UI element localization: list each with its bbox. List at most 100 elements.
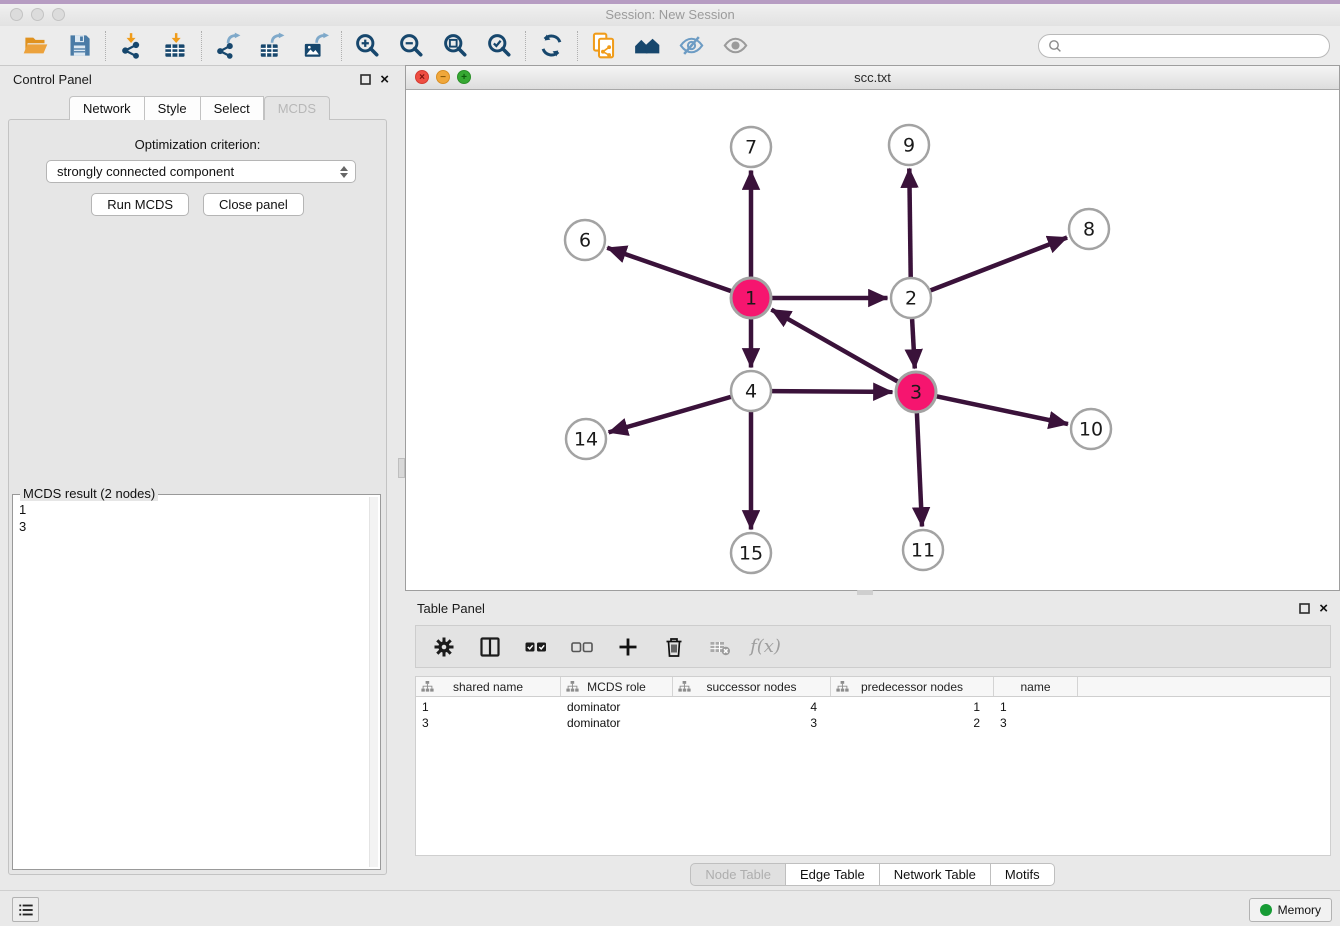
float-table-panel-icon[interactable]	[1299, 603, 1310, 614]
table-panel-tabs: Node TableEdge TableNetwork TableMotifs	[405, 863, 1340, 886]
node-2[interactable]: 2	[891, 278, 931, 318]
search-box[interactable]	[1038, 34, 1330, 58]
close-panel-icon[interactable]: ×	[380, 72, 389, 87]
trash-icon	[662, 635, 686, 659]
deselect-all-button[interactable]	[569, 634, 594, 659]
tab-motifs[interactable]: Motifs	[991, 863, 1055, 886]
tab-network-table[interactable]: Network Table	[880, 863, 991, 886]
zoom-fit-button[interactable]	[441, 31, 470, 60]
refresh-icon	[538, 32, 565, 59]
network-minimize-icon[interactable]: −	[436, 70, 450, 84]
svg-text:9: 9	[903, 135, 915, 157]
column-header-mcds-role[interactable]: MCDS role	[561, 677, 673, 696]
result-scrollbar[interactable]	[369, 497, 378, 867]
network-window-title: scc.txt	[854, 70, 891, 85]
node-15[interactable]: 15	[731, 533, 771, 573]
close-window-button[interactable]	[10, 8, 23, 21]
node-1[interactable]: 1	[731, 278, 771, 318]
node-8[interactable]: 8	[1069, 209, 1109, 249]
edge-2-9[interactable]	[909, 169, 910, 278]
task-history-button[interactable]	[12, 897, 39, 922]
node-6[interactable]: 6	[565, 220, 605, 260]
table-cell: dominator	[561, 699, 673, 715]
import-table-button[interactable]	[161, 31, 190, 60]
open-session-button[interactable]	[21, 31, 50, 60]
tab-select[interactable]: Select	[201, 96, 264, 120]
column-header-name[interactable]: name	[994, 677, 1078, 696]
zoom-selected-button[interactable]	[485, 31, 514, 60]
svg-text:14: 14	[574, 429, 598, 451]
optimization-dropdown[interactable]: strongly connected component	[46, 160, 356, 183]
tab-network[interactable]: Network	[69, 96, 145, 120]
dropdown-stepper-icon	[340, 166, 348, 178]
add-column-button[interactable]	[615, 634, 640, 659]
edge-3-10[interactable]	[937, 396, 1069, 424]
window-controls[interactable]	[10, 8, 65, 21]
minimize-window-button[interactable]	[31, 8, 44, 21]
table-row[interactable]: 1dominator411	[416, 699, 1330, 715]
run-mcds-button[interactable]: Run MCDS	[91, 193, 189, 216]
control-panel: Control Panel × NetworkStyleSelectMCDS O…	[0, 66, 399, 890]
node-10[interactable]: 10	[1071, 409, 1111, 449]
show-columns-button[interactable]	[477, 634, 502, 659]
memory-button[interactable]: Memory	[1249, 898, 1332, 922]
network-canvas[interactable]: 1 2 3 4 6 7 8 9 10 11 14 15	[406, 89, 1339, 590]
float-panel-icon[interactable]	[360, 74, 371, 85]
node-4[interactable]: 4	[731, 371, 771, 411]
zoom-in-button[interactable]	[353, 31, 382, 60]
save-icon	[66, 32, 93, 59]
edge-3-11[interactable]	[917, 413, 922, 527]
node-9[interactable]: 9	[889, 125, 929, 165]
maximize-window-button[interactable]	[52, 8, 65, 21]
home-layout-button[interactable]	[633, 31, 662, 60]
export-image-button[interactable]	[301, 31, 330, 60]
open-folder-icon	[22, 32, 49, 59]
tab-mcds[interactable]: MCDS	[264, 96, 330, 120]
edge-4-3[interactable]	[772, 391, 893, 392]
export-network-button[interactable]	[213, 31, 242, 60]
edge-2-8[interactable]	[931, 238, 1068, 291]
network-maximize-icon[interactable]: +	[457, 70, 471, 84]
column-header-predecessor-nodes[interactable]: predecessor nodes	[831, 677, 994, 696]
table-cell: 3	[994, 715, 1078, 731]
edge-4-14[interactable]	[609, 397, 731, 433]
edge-1-6[interactable]	[607, 248, 731, 291]
tab-node-table[interactable]: Node Table	[690, 863, 786, 886]
search-input[interactable]	[1068, 38, 1320, 54]
close-table-panel-icon[interactable]: ×	[1319, 601, 1328, 616]
select-all-button[interactable]	[523, 634, 548, 659]
apply-layout-button[interactable]	[537, 31, 566, 60]
table-cell: 2	[831, 715, 994, 731]
tab-edge-table[interactable]: Edge Table	[786, 863, 880, 886]
table-cell: 4	[673, 699, 831, 715]
table-row[interactable]: 3dominator323	[416, 715, 1330, 731]
hide-graphics-button[interactable]	[677, 31, 706, 60]
node-14[interactable]: 14	[566, 419, 606, 459]
edge-2-3[interactable]	[912, 319, 915, 369]
svg-text:2: 2	[905, 288, 917, 310]
network-window-titlebar[interactable]: × − + scc.txt	[406, 66, 1339, 90]
export-table-button[interactable]	[257, 31, 286, 60]
network-close-icon[interactable]: ×	[415, 70, 429, 84]
node-11[interactable]: 11	[903, 530, 943, 570]
svg-text:15: 15	[739, 543, 763, 565]
hierarchy-icon	[678, 681, 691, 692]
delete-column-button[interactable]	[661, 634, 686, 659]
column-header-shared-name[interactable]: shared name	[416, 677, 561, 696]
show-graphics-button[interactable]	[721, 31, 750, 60]
zoom-out-button[interactable]	[397, 31, 426, 60]
edge-3-1[interactable]	[771, 310, 897, 382]
new-network-button[interactable]	[589, 31, 618, 60]
import-network-button[interactable]	[117, 31, 146, 60]
table-cell: 3	[673, 715, 831, 731]
tab-style[interactable]: Style	[145, 96, 201, 120]
column-header-successor-nodes[interactable]: successor nodes	[673, 677, 831, 696]
save-session-button[interactable]	[65, 31, 94, 60]
node-7[interactable]: 7	[731, 127, 771, 167]
node-3[interactable]: 3	[896, 372, 936, 412]
table-settings-button[interactable]	[431, 634, 456, 659]
app-titlebar: Session: New Session	[0, 4, 1340, 26]
hierarchy-icon	[421, 681, 434, 692]
close-panel-button[interactable]: Close panel	[203, 193, 304, 216]
vertical-splitter-handle[interactable]	[398, 458, 405, 478]
